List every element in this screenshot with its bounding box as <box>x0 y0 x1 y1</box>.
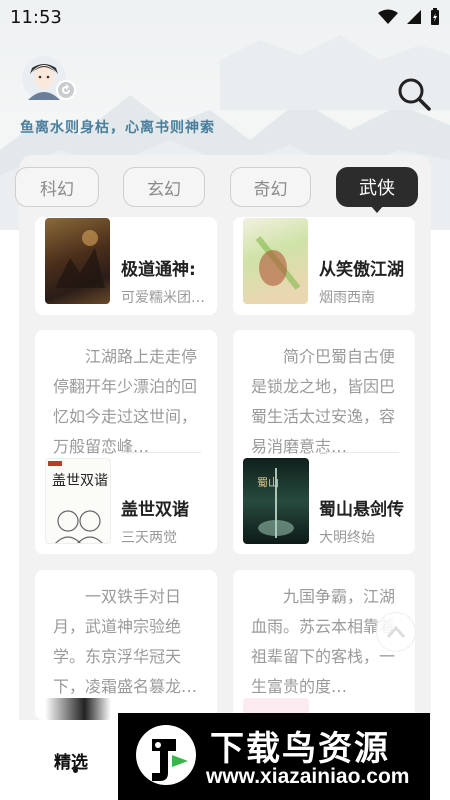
battery-icon <box>431 8 439 25</box>
signal-icon <box>407 10 421 24</box>
scroll-to-top-button[interactable] <box>376 612 416 652</box>
tab-scifi[interactable]: 科幻 <box>15 167 99 207</box>
book-author: 烟雨西南 <box>319 290 375 306</box>
book-card[interactable]: 极道通神: 可爱糯米团… <box>35 217 217 315</box>
active-indicator <box>73 768 78 773</box>
book-author: 可爱糯米团… <box>121 290 205 306</box>
svg-text:蜀山: 蜀山 <box>257 476 279 489</box>
divider <box>319 452 399 453</box>
tab-qihuan[interactable]: 奇幻 <box>230 167 311 207</box>
cover-art <box>55 230 105 288</box>
refresh-icon <box>62 84 70 94</box>
cover-art: 蜀山 <box>257 468 294 538</box>
book-author: 三天两觉 <box>121 530 177 546</box>
search-icon <box>398 78 431 111</box>
tab-label: 奇幻 <box>253 179 288 200</box>
book-cover <box>45 218 110 304</box>
watermark-banner: 下载鸟资源 www.xiazainiao.com <box>118 713 430 800</box>
book-card[interactable]: 从笑傲江湖 烟雨西南 <box>233 217 415 315</box>
book-title: 蜀山悬剑传 <box>319 500 404 520</box>
book-card[interactable]: 江湖路上走走停停翻开年少漂泊的回忆如今走过这世间，万般留恋峰… 盖世双谐 盖世双… <box>35 330 217 554</box>
watermark-logo <box>136 725 196 785</box>
slogan: 鱼离水则身枯，心离书则神索 <box>20 120 215 136</box>
watermark-url: www.xiazainiao.com <box>206 765 410 788</box>
book-cover <box>243 218 308 304</box>
book-title: 盖世双谐 <box>121 500 189 520</box>
watermark-title: 下载鸟资源 <box>210 729 390 769</box>
nav-item-featured[interactable]: 精选 <box>54 748 88 773</box>
book-card[interactable]: 一双铁手对日月，武道神宗验绝学。东京浮华冠天下，凌霜盛名篡龙… <box>35 570 217 720</box>
tab-wuxia[interactable]: 武侠 <box>336 167 418 213</box>
tab-label: 武侠 <box>359 178 395 199</box>
book-cover <box>45 698 111 720</box>
wifi-icon <box>378 9 398 24</box>
book-summary: 一双铁手对日月，武道神宗验绝学。东京浮华冠天下，凌霜盛名篡龙… <box>53 587 198 696</box>
divider <box>121 452 201 453</box>
search-button[interactable] <box>396 76 432 112</box>
cover-art: 盖世双谐 <box>48 461 108 543</box>
book-author: 大明终始 <box>319 530 375 546</box>
book-title: 极道通神: <box>121 260 196 280</box>
tab-label: 玄幻 <box>147 179 181 200</box>
status-time: 11:53 <box>10 6 62 28</box>
status-bar: 11:53 <box>0 0 450 34</box>
book-title: 从笑傲江湖 <box>319 260 404 280</box>
chevron-up-icon <box>386 625 406 638</box>
tab-xuanhuan[interactable]: 玄幻 <box>123 167 205 207</box>
category-tabs: 科幻 玄幻 奇幻 武侠 <box>15 167 450 213</box>
book-summary: 江湖路上走走停停翻开年少漂泊的回忆如今走过这世间，万般留恋峰… <box>53 347 198 456</box>
svg-text:盖世双谐: 盖世双谐 <box>52 473 108 489</box>
book-summary: 简介巴蜀自古便是锁龙之地，皆因巴蜀生活太过安逸，容易消磨意志… <box>251 347 396 456</box>
tab-label: 科幻 <box>40 179 74 200</box>
book-cover: 盖世双谐 <box>45 458 111 544</box>
cover-art <box>255 236 301 290</box>
book-cover: 蜀山 <box>243 458 309 544</box>
sync-badge[interactable] <box>56 80 76 100</box>
book-card[interactable]: 简介巴蜀自古便是锁龙之地，皆因巴蜀生活太过安逸，容易消磨意志… 蜀山 蜀山悬剑传… <box>233 330 415 554</box>
